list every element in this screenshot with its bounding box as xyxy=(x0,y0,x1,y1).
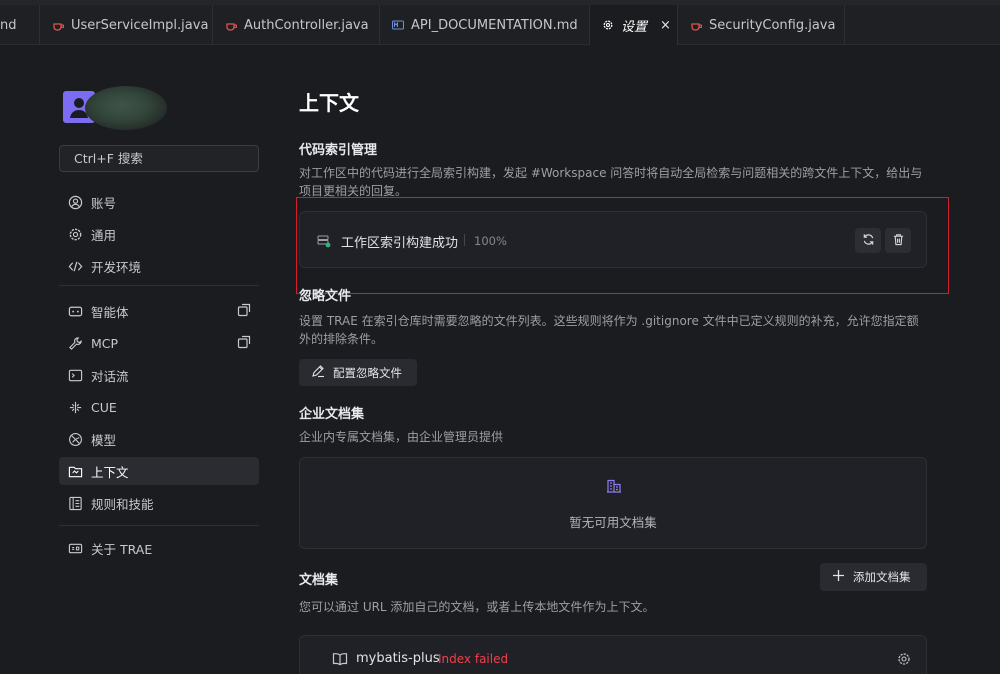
section-desc-ignore-files: 设置 TRAE 在索引仓库时需要忽略的文件列表。这些规则将作为 .gitigno… xyxy=(299,314,919,346)
empty-state-text: 暂无可用文档集 xyxy=(569,515,657,530)
button-label: 添加文档集 xyxy=(853,570,911,584)
sidebar-item-mcp[interactable]: MCP xyxy=(59,329,259,357)
section-title-ignore-files: 忽略文件 xyxy=(299,289,352,304)
sidebar-item-account[interactable]: 账号 xyxy=(59,188,259,216)
book-icon xyxy=(332,651,348,666)
sidebar-item-label: 关于 TRAE xyxy=(91,541,153,557)
gear-icon xyxy=(602,19,614,31)
sidebar-divider xyxy=(59,525,259,526)
doc-settings-gear-icon[interactable] xyxy=(897,651,911,665)
tab-markdown-partial[interactable]: nd xyxy=(0,5,40,45)
enterprise-docs-card xyxy=(299,457,927,549)
model-icon xyxy=(67,431,83,447)
tab-label: API_DOCUMENTATION.md xyxy=(411,17,578,33)
sidebar-item-label: MCP xyxy=(91,335,119,351)
sidebar-divider xyxy=(59,285,259,286)
edit-icon xyxy=(311,364,325,381)
configure-ignore-button[interactable]: 配置忽略文件 xyxy=(299,359,417,386)
tab-settings[interactable]: 设置 × xyxy=(590,5,678,45)
sidebar-item-rules-skills[interactable]: 规则和技能 xyxy=(59,489,259,517)
terminal-icon xyxy=(67,367,83,383)
settings-search-input[interactable]: Ctrl+F 搜索 xyxy=(59,145,259,172)
info-icon xyxy=(67,540,83,556)
highlight-outline xyxy=(296,197,949,294)
markdown-file-icon xyxy=(392,19,404,31)
sidebar-item-label: 开发环境 xyxy=(91,259,142,275)
tab-label: nd xyxy=(0,17,17,33)
sidebar-item-conversation-flow[interactable]: 对话流 xyxy=(59,361,259,389)
java-file-icon xyxy=(225,19,237,31)
user-circle-icon xyxy=(67,194,83,210)
agent-icon xyxy=(67,303,83,319)
editor-tab-bar: nd UserServiceImpl.java AuthController.j… xyxy=(0,0,1000,45)
sidebar-item-about[interactable]: 关于 TRAE xyxy=(59,534,259,562)
doc-set-name: mybatis-plus xyxy=(356,651,440,666)
section-desc-code-index: 对工作区中的代码进行全局索引构建，发起 #Workspace 问答时将自动全局检… xyxy=(299,166,923,198)
sidebar-item-general[interactable]: 通用 xyxy=(59,220,259,248)
section-desc-doc-sets: 您可以通过 URL 添加自己的文档，或者上传本地文件作为上下文。 xyxy=(299,600,655,614)
sidebar-item-label: 通用 xyxy=(91,227,117,243)
section-title-doc-sets: 文档集 xyxy=(299,573,339,588)
tab-authcontroller[interactable]: AuthController.java xyxy=(213,5,380,45)
external-link-icon[interactable] xyxy=(237,303,251,317)
tab-label: 设置 xyxy=(621,19,648,35)
page-title: 上下文 xyxy=(299,91,359,115)
building-icon xyxy=(606,478,622,494)
tab-label: UserServiceImpl.java xyxy=(71,17,209,33)
doc-set-status: Index failed xyxy=(438,652,509,666)
sidebar-item-label: 智能体 xyxy=(91,304,129,320)
section-title-code-index: 代码索引管理 xyxy=(299,143,378,158)
blurred-username xyxy=(85,86,167,130)
tab-securityconfig[interactable]: SecurityConfig.java xyxy=(678,5,845,45)
plus-icon xyxy=(832,569,845,585)
close-icon[interactable]: × xyxy=(660,18,671,33)
section-desc-enterprise-docs: 企业内专属文档集，由企业管理员提供 xyxy=(299,430,504,444)
java-file-icon xyxy=(52,19,64,31)
sidebar-item-label: 对话流 xyxy=(91,368,129,384)
button-label: 配置忽略文件 xyxy=(333,365,402,380)
sidebar-item-label: 规则和技能 xyxy=(91,496,154,512)
tab-label: SecurityConfig.java xyxy=(709,17,836,33)
java-file-icon xyxy=(690,19,702,31)
sidebar-item-label: 上下文 xyxy=(91,464,129,480)
sidebar-item-label: CUE xyxy=(91,399,117,415)
sidebar-item-label: 账号 xyxy=(91,195,117,211)
code-icon xyxy=(67,258,83,274)
sidebar-item-cue[interactable]: CUE xyxy=(59,393,259,421)
add-doc-set-button[interactable]: 添加文档集 xyxy=(820,563,927,591)
sidebar-item-models[interactable]: 模型 xyxy=(59,425,259,453)
wrench-icon xyxy=(67,335,83,351)
sidebar-item-label: 模型 xyxy=(91,432,117,448)
sidebar-item-dev-env[interactable]: 开发环境 xyxy=(59,252,259,280)
gear-icon xyxy=(67,226,83,242)
rules-icon xyxy=(67,495,83,511)
cue-icon xyxy=(67,399,83,415)
tab-label: AuthController.java xyxy=(244,17,369,33)
sidebar-item-agents[interactable]: 智能体 xyxy=(59,297,259,325)
section-title-enterprise-docs: 企业文档集 xyxy=(299,407,365,422)
sidebar-item-context[interactable]: 上下文 xyxy=(59,457,259,485)
context-icon xyxy=(67,463,83,479)
tab-api-documentation[interactable]: API_DOCUMENTATION.md xyxy=(380,5,590,45)
external-link-icon[interactable] xyxy=(237,335,251,349)
tab-userserviceimpl[interactable]: UserServiceImpl.java xyxy=(40,5,213,45)
